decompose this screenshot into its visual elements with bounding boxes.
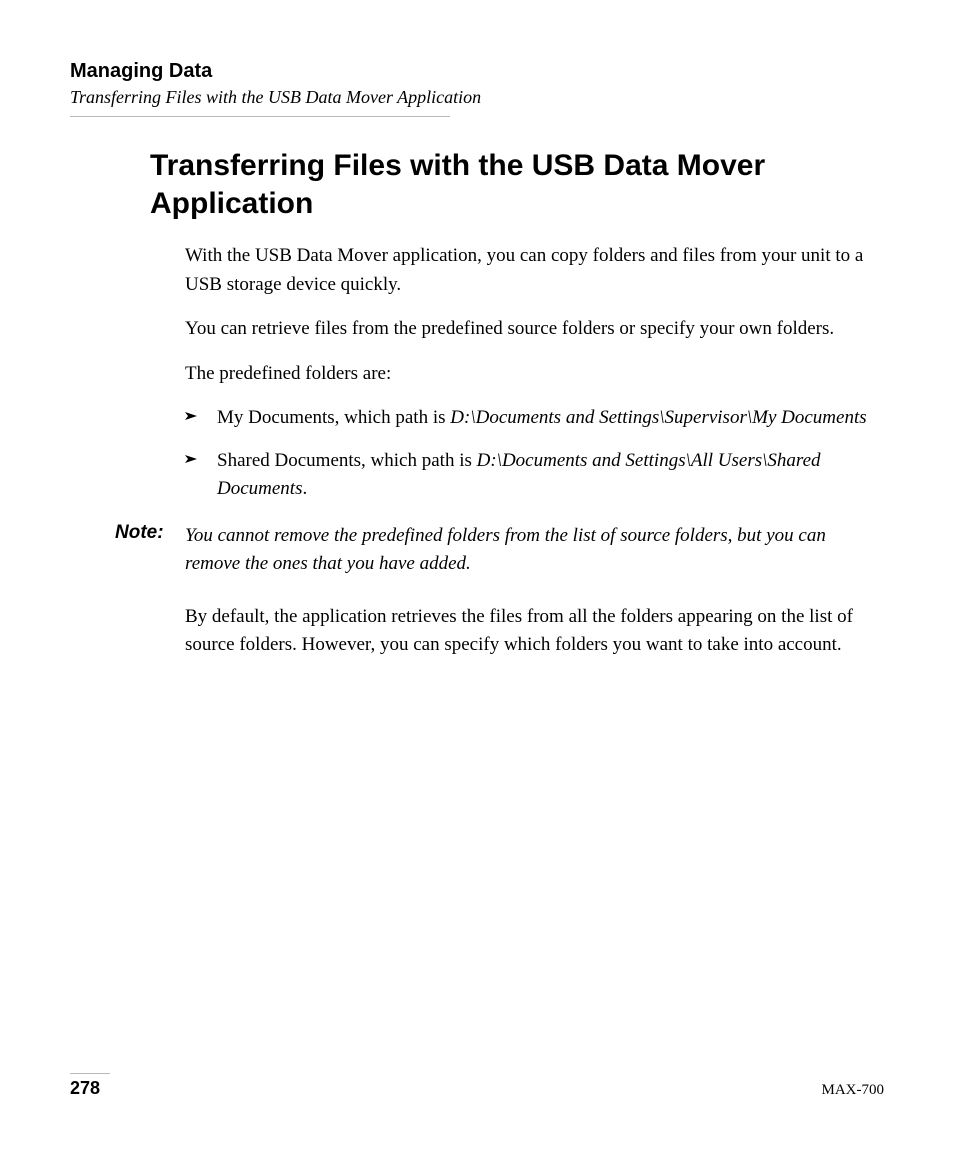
note-label: Note:: [115, 522, 185, 544]
bullet-list: My Documents, which path is D:\Documents…: [185, 404, 884, 504]
list-item-text: My Documents, which path is D:\Documents…: [217, 404, 867, 433]
paragraph-intro-3: The predefined folders are:: [185, 360, 884, 389]
body-content: With the USB Data Mover application, you…: [185, 242, 884, 504]
paragraph-after-note: By default, the application retrieves th…: [185, 603, 884, 660]
body-content-after-note: By default, the application retrieves th…: [185, 603, 884, 660]
arrow-icon: [185, 409, 203, 423]
footer-row: 278 MAX-700: [70, 1078, 884, 1099]
section-subtitle: Transferring Files with the USB Data Mov…: [70, 87, 884, 108]
footer-divider: [70, 1073, 110, 1074]
paragraph-intro-1: With the USB Data Mover application, you…: [185, 242, 884, 299]
list-item-tail: .: [302, 478, 307, 499]
list-item-text: Shared Documents, which path is D:\Docum…: [217, 447, 884, 504]
chapter-title: Managing Data: [70, 60, 884, 83]
page-footer: 278 MAX-700: [70, 1073, 884, 1099]
arrow-icon: [185, 452, 203, 466]
list-item-lead: My Documents, which path is: [217, 407, 450, 428]
list-item-path: D:\Documents and Settings\Supervisor\My …: [450, 407, 866, 428]
header-divider: [70, 116, 450, 117]
list-item: Shared Documents, which path is D:\Docum…: [185, 447, 884, 504]
page-number: 278: [70, 1078, 100, 1099]
paragraph-intro-2: You can retrieve files from the predefin…: [185, 315, 884, 344]
list-item: My Documents, which path is D:\Documents…: [185, 404, 884, 433]
page: Managing Data Transferring Files with th…: [0, 0, 954, 660]
note-text: You cannot remove the predefined folders…: [185, 522, 884, 579]
main-heading: Transferring Files with the USB Data Mov…: [150, 147, 870, 222]
list-item-lead: Shared Documents, which path is: [217, 450, 477, 471]
model-id: MAX-700: [822, 1082, 885, 1099]
note-block: Note: You cannot remove the predefined f…: [115, 522, 884, 579]
page-header: Managing Data Transferring Files with th…: [70, 60, 884, 117]
